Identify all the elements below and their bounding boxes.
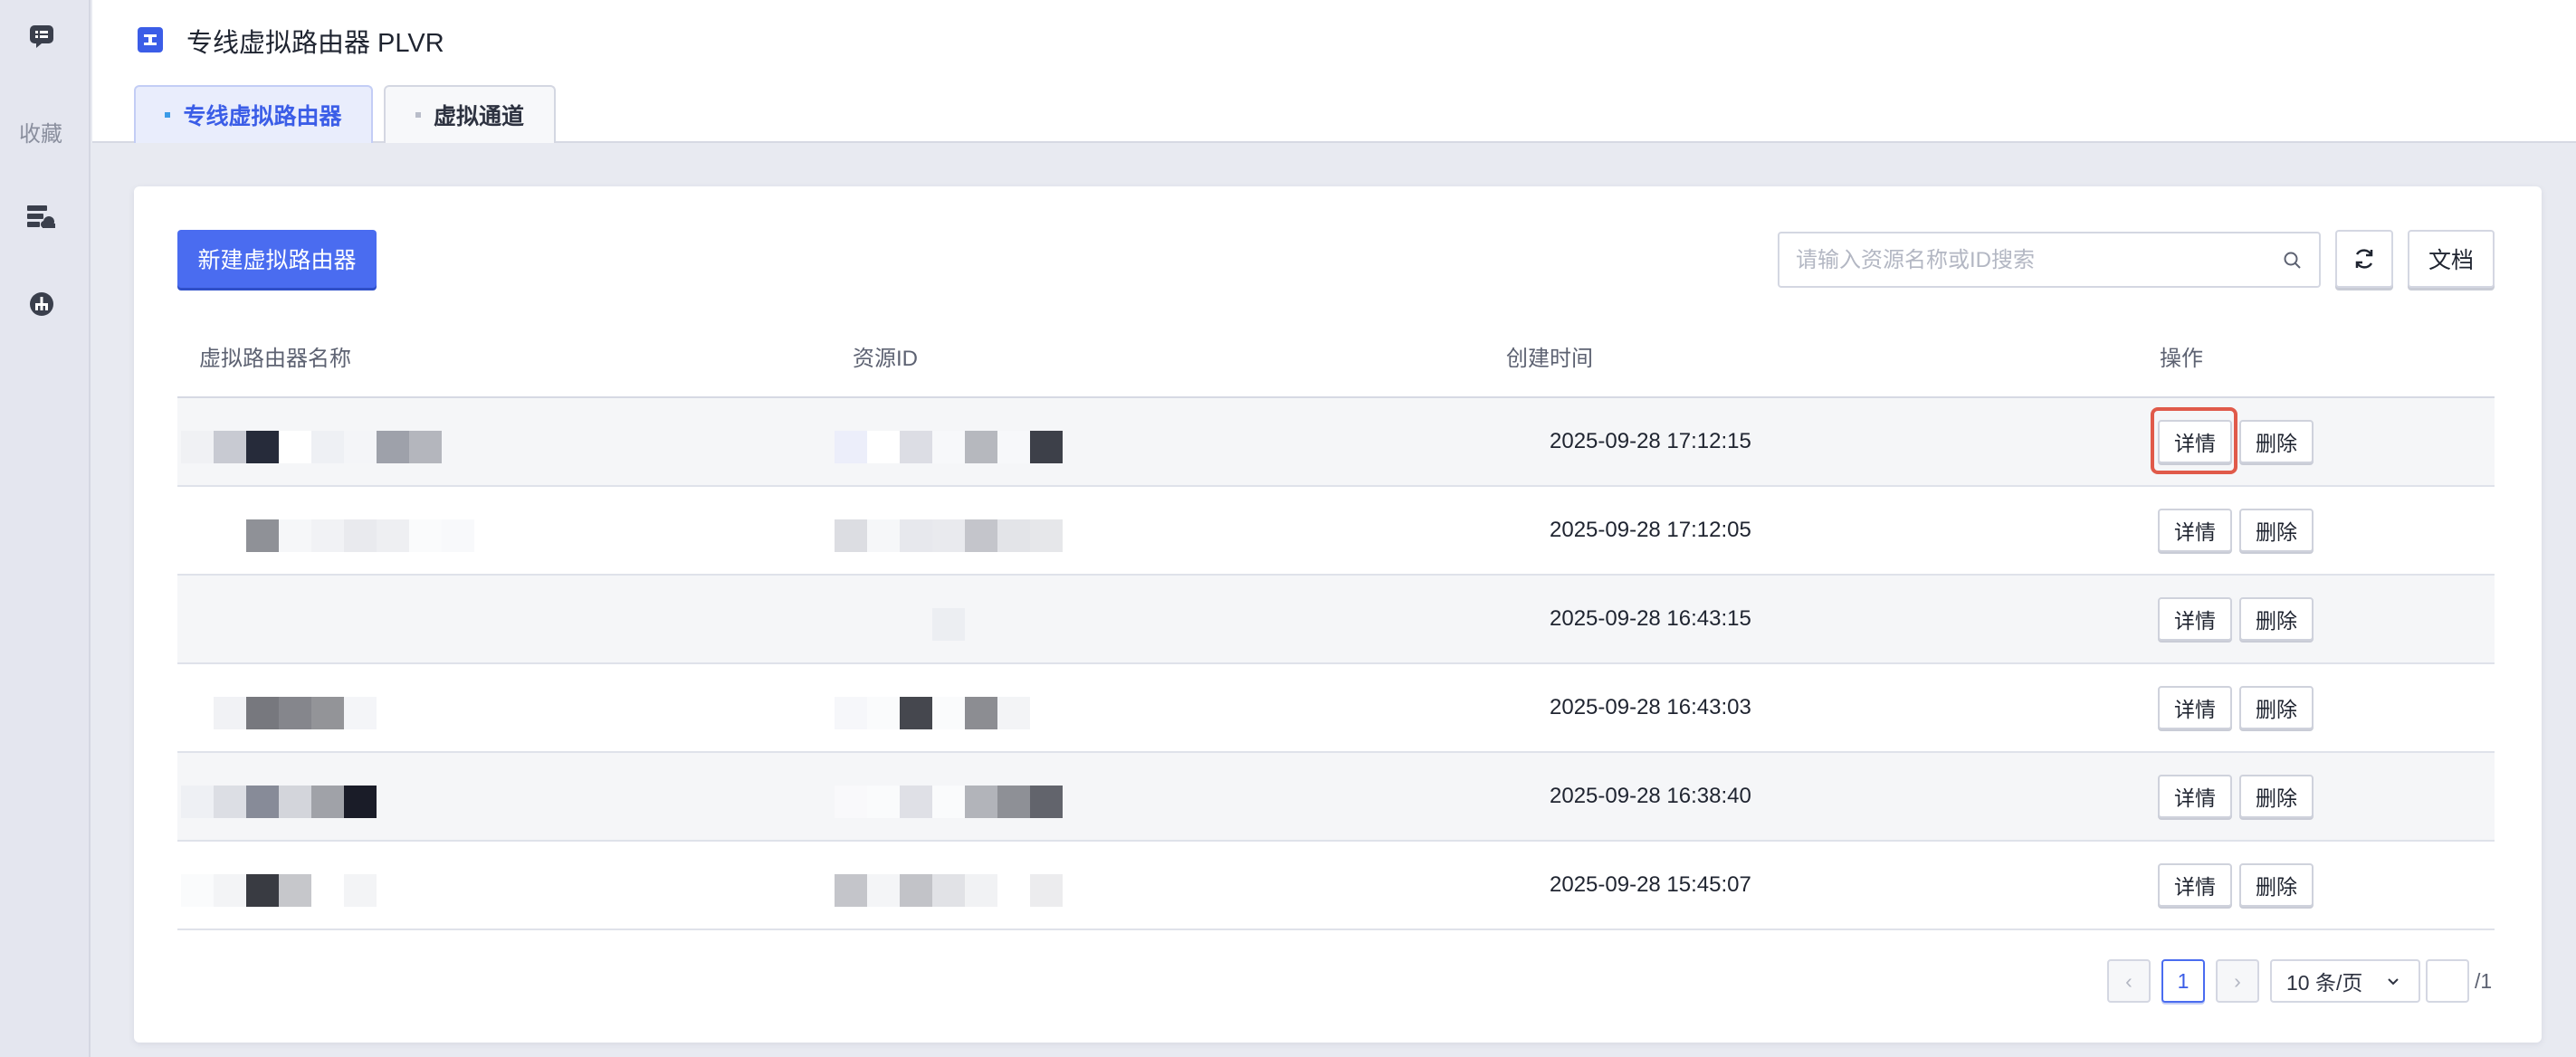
delete-button[interactable]: 删除: [2239, 775, 2314, 818]
tab-virtual-channel[interactable]: 虚拟通道: [384, 85, 556, 143]
created-time: 2025-09-28 16:38:40: [1550, 784, 1751, 808]
prev-page-button[interactable]: ‹: [2107, 959, 2151, 1003]
created-time: 2025-09-28 16:43:15: [1550, 606, 1751, 631]
table-row: 2025-09-28 17:12:05 详情 删除: [177, 487, 2495, 576]
delete-button[interactable]: 删除: [2239, 597, 2314, 641]
created-time: 2025-09-28 15:45:07: [1550, 872, 1751, 897]
table-row: 2025-09-28 16:38:40 详情 删除: [177, 753, 2495, 842]
page-header: 专线虚拟路由器 PLVR 专线虚拟路由器 虚拟通道: [92, 0, 2576, 143]
tab-virtual-router[interactable]: 专线虚拟路由器: [134, 85, 373, 143]
refresh-icon: [2355, 249, 2373, 269]
redacted-resource-id: [835, 519, 1063, 552]
redacted-name: [181, 786, 377, 818]
redacted-name: [181, 431, 442, 463]
redacted-name: [181, 519, 474, 552]
redacted-resource-id: [835, 786, 1063, 818]
page-jump-input[interactable]: [2426, 959, 2469, 1003]
page-size-select[interactable]: 10 条/页: [2270, 959, 2420, 1003]
table-row: 2025-09-28 16:43:15 详情 删除: [177, 576, 2495, 664]
chevron-left-icon: ‹: [2125, 968, 2132, 993]
detail-button[interactable]: 详情: [2158, 775, 2232, 818]
network-icon[interactable]: [24, 286, 60, 322]
table-row: 2025-09-28 16:43:03 详情 删除: [177, 664, 2495, 753]
create-router-button[interactable]: 新建虚拟路由器: [177, 230, 377, 288]
search-input[interactable]: [1794, 241, 2274, 281]
created-time: 2025-09-28 17:12:05: [1550, 518, 1751, 542]
redacted-resource-id: [835, 874, 1063, 907]
redacted-name: [181, 874, 377, 907]
search-box: [1778, 232, 2321, 288]
delete-button[interactable]: 删除: [2239, 509, 2314, 552]
favorites-label[interactable]: 收藏: [0, 116, 81, 148]
chevron-down-icon: [2388, 978, 2399, 986]
delete-button[interactable]: 删除: [2239, 686, 2314, 729]
page-size-label: 10 条/页: [2286, 971, 2363, 995]
detail-button[interactable]: 详情: [2158, 686, 2232, 729]
detail-button[interactable]: 详情: [2158, 597, 2232, 641]
tab-label: 虚拟通道: [433, 104, 524, 129]
redacted-resource-id: [835, 431, 1063, 463]
redacted-resource-id: [835, 608, 997, 641]
detail-button[interactable]: 详情: [2158, 509, 2232, 552]
router-product-icon: [138, 27, 163, 52]
current-page-button[interactable]: 1: [2161, 959, 2205, 1003]
search-icon[interactable]: [2283, 251, 2303, 271]
redacted-name: [181, 697, 377, 729]
tab-dot-icon: [165, 112, 171, 118]
docs-button[interactable]: 文档: [2408, 230, 2495, 288]
tab-label: 专线虚拟路由器: [183, 104, 342, 129]
refresh-button[interactable]: [2335, 230, 2393, 288]
left-sidebar: 收藏: [0, 0, 91, 1057]
column-header-created-time: 创建时间: [1506, 347, 1593, 371]
page-title: 专线虚拟路由器 PLVR: [186, 29, 444, 58]
next-page-button[interactable]: ›: [2216, 959, 2259, 1003]
delete-button[interactable]: 删除: [2239, 420, 2314, 463]
main-card: 新建虚拟路由器 文档 虚拟路由器名称 资源ID 创建时间 操作 2025-09-…: [134, 186, 2542, 1043]
delete-button[interactable]: 删除: [2239, 863, 2314, 907]
chevron-right-icon: ›: [2234, 968, 2241, 993]
chat-icon[interactable]: [24, 18, 60, 54]
server-cloud-icon[interactable]: [24, 199, 60, 235]
column-header-name: 虚拟路由器名称: [199, 347, 351, 371]
created-time: 2025-09-28 17:12:15: [1550, 429, 1751, 453]
page-total: /1: [2475, 968, 2493, 993]
highlight-box: [2151, 407, 2237, 474]
table-row: 2025-09-28 15:45:07 详情 删除: [177, 842, 2495, 930]
detail-button[interactable]: 详情: [2158, 863, 2232, 907]
table-row: 2025-09-28 17:12:15 详情 删除: [177, 398, 2495, 487]
tab-dot-icon: [415, 112, 421, 118]
column-header-resource-id: 资源ID: [853, 347, 918, 371]
column-header-actions: 操作: [2160, 347, 2203, 371]
created-time: 2025-09-28 16:43:03: [1550, 695, 1751, 719]
redacted-resource-id: [835, 697, 1030, 729]
